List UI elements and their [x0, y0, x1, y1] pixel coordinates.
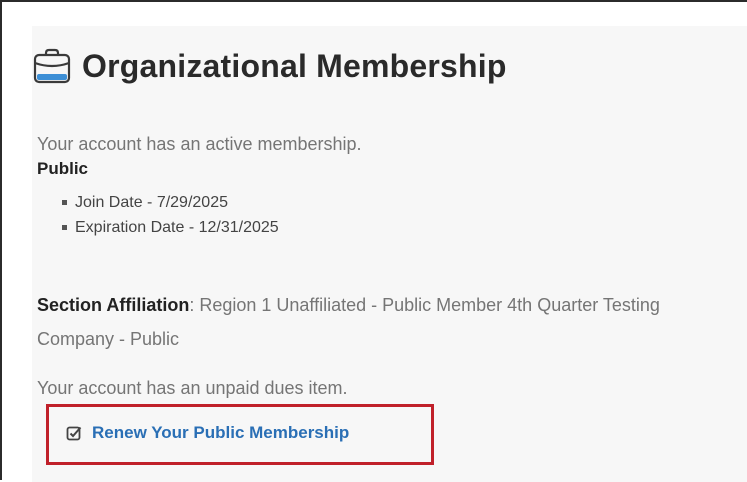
checkbox-edit-icon: [66, 426, 82, 441]
bullet-icon: [62, 200, 67, 205]
membership-status-text: Your account has an active membership.: [37, 134, 362, 154]
membership-heading: Organizational Membership: [32, 44, 507, 88]
section-affiliation: Section Affiliation: Region 1 Unaffiliat…: [37, 288, 717, 356]
expiration-date: Expiration Date - 12/31/2025: [75, 219, 279, 236]
membership-dates-list: Join Date - 7/29/2025 Expiration Date - …: [62, 190, 279, 240]
bullet-icon: [62, 225, 67, 230]
renew-membership-link[interactable]: Renew Your Public Membership: [66, 423, 349, 443]
renew-membership-label: Renew Your Public Membership: [92, 423, 350, 442]
list-item: Join Date - 7/29/2025: [62, 190, 279, 215]
briefcase-icon: [33, 48, 71, 84]
page-frame: Organizational Membership Your account h…: [0, 0, 747, 482]
join-date: Join Date - 7/29/2025: [75, 194, 228, 211]
page-title: Organizational Membership: [82, 47, 507, 84]
dues-notice: Your account has an unpaid dues item.: [37, 378, 348, 398]
list-item: Expiration Date - 12/31/2025: [62, 215, 279, 240]
section-affiliation-label: Section Affiliation: [37, 295, 190, 315]
plan-name: Public: [37, 159, 89, 178]
